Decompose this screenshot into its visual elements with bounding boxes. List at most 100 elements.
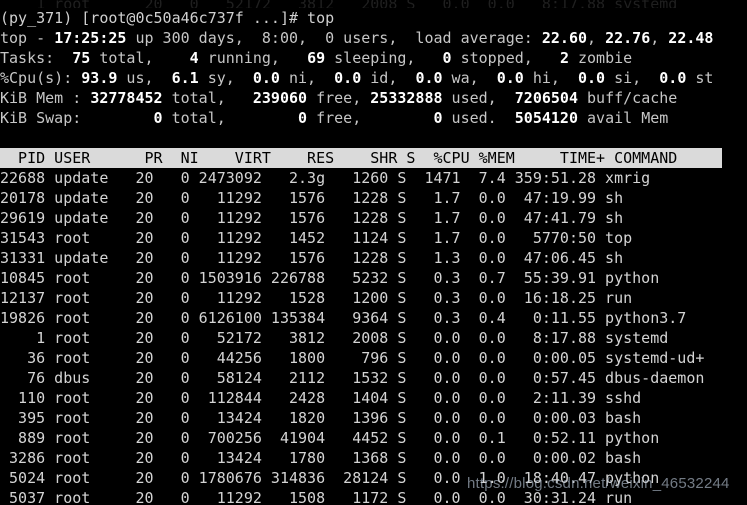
tasks-running-label: running, bbox=[198, 49, 280, 67]
swap-pad-3 bbox=[361, 109, 433, 127]
mem-total-value: 32778452 bbox=[90, 89, 163, 107]
process-row[interactable]: 31543 root 20 0 11292 1452 1124 S 1.7 0.… bbox=[0, 228, 747, 248]
mem-used-label: used, bbox=[442, 89, 497, 107]
mem-free-value: 239060 bbox=[252, 89, 308, 107]
mem-pad-1 bbox=[81, 89, 90, 107]
cpu-sy-value: 6.1 bbox=[171, 69, 199, 87]
shell-prompt-line: (py_371) [root@0c50a46c737f ...]# top bbox=[0, 9, 335, 27]
process-row[interactable]: 5037 root 20 0 11292 1508 1172 S 0.0 0.0… bbox=[0, 488, 747, 505]
process-table-body: 22688 update 20 0 2473092 2.3g 1260 S 14… bbox=[0, 168, 747, 505]
mem-pad-2 bbox=[226, 89, 253, 107]
cpu-hi-label: hi, bbox=[523, 69, 560, 87]
tasks-sleeping-value: 69 bbox=[307, 49, 326, 67]
process-row[interactable]: 12137 root 20 0 11292 1528 1200 S 0.3 0.… bbox=[0, 288, 747, 308]
cpu-si-value: 0.0 bbox=[578, 69, 606, 87]
mem-buffcache-label: buff/cache bbox=[578, 89, 678, 107]
cpu-ni-value: 0.0 bbox=[252, 69, 280, 87]
mem-used-value: 25332888 bbox=[370, 89, 443, 107]
process-row[interactable]: 36 root 20 0 44256 1800 796 S 0.0 0.0 0:… bbox=[0, 348, 747, 368]
process-row[interactable]: 20178 update 20 0 11292 1576 1228 S 1.7 … bbox=[0, 188, 747, 208]
process-row[interactable]: 5024 root 20 0 1780676 314836 28124 S 0.… bbox=[0, 468, 747, 488]
swap-label: KiB Swap: bbox=[0, 109, 82, 127]
top-cpu-line: %Cpu(s): 93.9 us, 6.1 sy, 0.0 ni, 0.0 id… bbox=[0, 68, 747, 88]
swap-used-value: 0 bbox=[433, 109, 443, 127]
mem-total-label: total, bbox=[162, 89, 226, 107]
swap-pad-1 bbox=[81, 109, 153, 127]
process-row[interactable]: 889 root 20 0 700256 41904 4452 S 0.0 0.… bbox=[0, 428, 747, 448]
cpu-st-label: st bbox=[686, 69, 714, 87]
blank-spacer-line bbox=[0, 128, 747, 148]
uptime-text: up 300 days, 8:00, 0 users, load average… bbox=[126, 29, 542, 47]
mem-pad-3 bbox=[361, 89, 370, 107]
process-row[interactable]: 395 root 20 0 13424 1820 1396 S 0.0 0.0 … bbox=[0, 408, 747, 428]
cpu-hi-value: 0.0 bbox=[496, 69, 524, 87]
cpu-id-label: id, bbox=[361, 69, 398, 87]
cpu-wa-value: 0.0 bbox=[415, 69, 443, 87]
swap-avail-value: 5054120 bbox=[514, 109, 578, 127]
scrolled-off-line: 1 root 20 0 52172 3812 2008 S 0.0 0.0 8:… bbox=[0, 0, 747, 8]
cpu-us-label: us, bbox=[117, 69, 154, 87]
cpu-pad-4 bbox=[316, 69, 334, 87]
cpu-us-value: 93.9 bbox=[81, 69, 118, 87]
process-row[interactable]: 76 dbus 20 0 58124 2112 1532 S 0.0 0.0 0… bbox=[0, 368, 747, 388]
tasks-sleeping-label: sleeping, bbox=[325, 49, 416, 67]
tasks-zombie-value: 2 bbox=[559, 49, 569, 67]
cpu-si-label: si, bbox=[605, 69, 642, 87]
load-sep-1: , bbox=[587, 29, 606, 47]
mem-free-label: free, bbox=[307, 89, 362, 107]
process-row[interactable]: 3286 root 20 0 13424 1780 1368 S 0.0 0.0… bbox=[0, 448, 747, 468]
load-average-15min: 22.48 bbox=[668, 29, 714, 47]
load-average-1min: 22.60 bbox=[541, 29, 588, 47]
terminal-window[interactable]: 1 root 20 0 52172 3812 2008 S 0.0 0.0 8:… bbox=[0, 0, 747, 505]
process-row[interactable]: 29619 update 20 0 11292 1576 1228 S 1.7 … bbox=[0, 208, 747, 228]
tasks-pad-3 bbox=[280, 49, 307, 67]
tasks-running-value: 4 bbox=[189, 49, 199, 67]
swap-pad-4 bbox=[497, 109, 515, 127]
mem-pad-4 bbox=[497, 89, 515, 107]
process-row[interactable]: 22688 update 20 0 2473092 2.3g 1260 S 14… bbox=[0, 168, 747, 188]
swap-used-label: used. bbox=[442, 109, 497, 127]
tasks-label: Tasks: bbox=[0, 49, 55, 67]
cpu-ni-label: ni, bbox=[279, 69, 317, 87]
cpu-label: %Cpu(s): bbox=[0, 69, 73, 87]
process-row[interactable]: 19826 root 20 0 6126100 135384 9364 S 0.… bbox=[0, 308, 747, 328]
tasks-total-value: 75 bbox=[72, 49, 91, 67]
process-row[interactable]: 31331 update 20 0 11292 1576 1228 S 1.3 … bbox=[0, 248, 747, 268]
cpu-pad-5 bbox=[397, 69, 415, 87]
process-row[interactable]: 1 root 20 0 52172 3812 2008 S 0.0 0.0 8:… bbox=[0, 328, 747, 348]
load-average-5min: 22.76 bbox=[605, 29, 651, 47]
tasks-stopped-label: stopped, bbox=[451, 49, 533, 67]
swap-free-value: 0 bbox=[298, 109, 308, 127]
cpu-pad-8 bbox=[641, 69, 659, 87]
swap-avail-label: avail Mem bbox=[578, 109, 669, 127]
top-uptime-line: top - 17:25:25 up 300 days, 8:00, 0 user… bbox=[0, 28, 747, 48]
cpu-pad-2 bbox=[154, 69, 172, 87]
tasks-pad-1 bbox=[54, 49, 72, 67]
cpu-st-value: 0.0 bbox=[659, 69, 687, 87]
cpu-wa-label: wa, bbox=[442, 69, 479, 87]
top-swap-line: KiB Swap: 0 total, 0 free, 0 used. 50541… bbox=[0, 108, 747, 128]
top-mem-line: KiB Mem : 32778452 total, 239060 free, 2… bbox=[0, 88, 747, 108]
swap-total-value: 0 bbox=[153, 109, 163, 127]
uptime-clock: 17:25:25 bbox=[54, 29, 127, 47]
tasks-pad-5 bbox=[533, 49, 560, 67]
uptime-prefix: top - bbox=[0, 29, 55, 47]
cpu-id-value: 0.0 bbox=[334, 69, 362, 87]
swap-free-label: free, bbox=[307, 109, 362, 127]
swap-pad-2 bbox=[226, 109, 298, 127]
mem-label: KiB Mem : bbox=[0, 89, 82, 107]
process-row[interactable]: 10845 root 20 0 1503916 226788 5232 S 0.… bbox=[0, 268, 747, 288]
tasks-pad-2 bbox=[154, 49, 190, 67]
process-table-header[interactable]: PID USER PR NI VIRT RES SHR S %CPU %MEM … bbox=[0, 148, 722, 168]
tasks-pad-4 bbox=[415, 49, 442, 67]
tasks-stopped-value: 0 bbox=[442, 49, 452, 67]
mem-buffcache-value: 7206504 bbox=[514, 89, 578, 107]
process-row[interactable]: 110 root 20 0 112844 2428 1404 S 0.0 0.0… bbox=[0, 388, 747, 408]
cpu-pad-1 bbox=[72, 69, 81, 87]
load-sep-2: , bbox=[650, 29, 669, 47]
cpu-sy-label: sy, bbox=[198, 69, 235, 87]
top-tasks-line: Tasks: 75 total, 4 running, 69 sleeping,… bbox=[0, 48, 747, 68]
cpu-pad-6 bbox=[479, 69, 497, 87]
cpu-pad-7 bbox=[560, 69, 578, 87]
swap-total-label: total, bbox=[162, 109, 226, 127]
